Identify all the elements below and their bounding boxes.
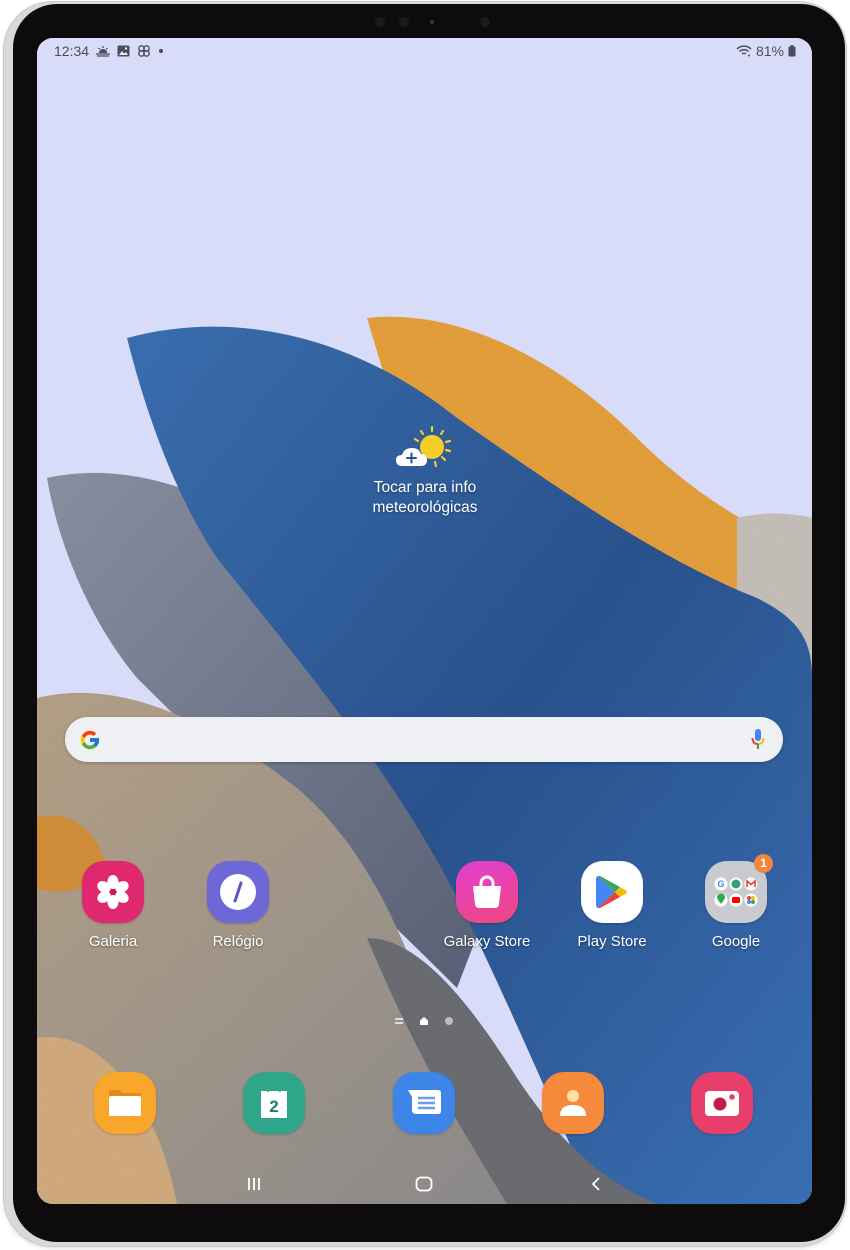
app-label: Galeria: [88, 933, 138, 950]
weather-line-2: meteorológicas: [372, 499, 478, 516]
google-g-icon[interactable]: [79, 729, 101, 751]
app-label: Relógio: [212, 933, 264, 950]
gallery-icon: [117, 45, 130, 57]
navigation-bar: [37, 1164, 812, 1204]
wallpaper: [37, 38, 812, 1204]
app-play-store[interactable]: Play Store: [557, 861, 667, 950]
recents-icon: [248, 1178, 260, 1190]
play-store-icon: [581, 861, 643, 923]
app-label: Galaxy Store: [443, 933, 531, 950]
search-input[interactable]: [115, 725, 733, 754]
calendar-icon: 2: [243, 1072, 305, 1134]
dock-my-files[interactable]: [94, 1072, 156, 1134]
camera-icon: [691, 1072, 753, 1134]
dock-camera[interactable]: [691, 1072, 753, 1134]
partly-sunny-add-icon: [396, 425, 452, 468]
dock-calendar[interactable]: 2: [243, 1072, 305, 1134]
weather-icon: [96, 45, 111, 57]
page-indicator[interactable]: [392, 1014, 462, 1028]
app-relogio[interactable]: Relógio: [183, 861, 293, 950]
google-folder-icon: G 1: [705, 854, 773, 923]
app-label: Play Store: [577, 933, 647, 950]
weather-widget[interactable]: Tocar para info meteorológicas: [337, 424, 513, 518]
google-search-bar[interactable]: [65, 717, 783, 762]
notification-badge: 1: [754, 854, 773, 873]
home-icon: [415, 1176, 433, 1192]
dock-contacts[interactable]: [542, 1072, 604, 1134]
back-button[interactable]: [576, 1172, 616, 1196]
contact-icon: [542, 1072, 604, 1134]
recents-button[interactable]: [234, 1172, 274, 1196]
app-galeria[interactable]: Galeria: [58, 861, 168, 950]
folder-icon: [94, 1072, 156, 1134]
calendar-day: 2: [269, 1097, 278, 1116]
message-icon: [393, 1072, 455, 1134]
svg-text:G: G: [717, 879, 724, 889]
page-dot-home-icon[interactable]: [420, 1017, 428, 1025]
dock-messages[interactable]: [393, 1072, 455, 1134]
clock-time: 12:34: [54, 43, 90, 59]
page-dot-icon[interactable]: [445, 1017, 453, 1025]
gallery-flower-icon: [82, 861, 144, 923]
app-google-folder[interactable]: G 1 Google: [681, 854, 791, 950]
light-sensor-icon: [430, 20, 434, 24]
weather-line-1: Tocar para info: [373, 479, 477, 496]
sensor-icon: [375, 17, 385, 27]
dot-icon: [158, 48, 164, 54]
microphone-icon[interactable]: [751, 728, 765, 750]
wifi-icon: [736, 45, 752, 57]
front-camera-icon: [399, 17, 409, 27]
status-bar[interactable]: 12:34 81%: [37, 38, 812, 64]
home-screen[interactable]: 12:34 81% Tocar para info meteorológicas…: [37, 38, 812, 1204]
pinwheel-icon: [137, 44, 151, 58]
home-button[interactable]: [404, 1172, 444, 1196]
clock-icon: [207, 861, 269, 923]
battery-icon: [788, 45, 796, 57]
back-icon: [591, 1177, 600, 1191]
camera-bar: [373, 14, 513, 30]
app-label: Google: [711, 933, 761, 950]
sensor-icon: [480, 17, 490, 27]
app-galaxy-store[interactable]: Galaxy Store: [432, 861, 542, 950]
shopping-bag-icon: [456, 861, 518, 923]
page-dot-list-icon[interactable]: [395, 1018, 403, 1024]
battery-percent: 81%: [755, 43, 784, 59]
